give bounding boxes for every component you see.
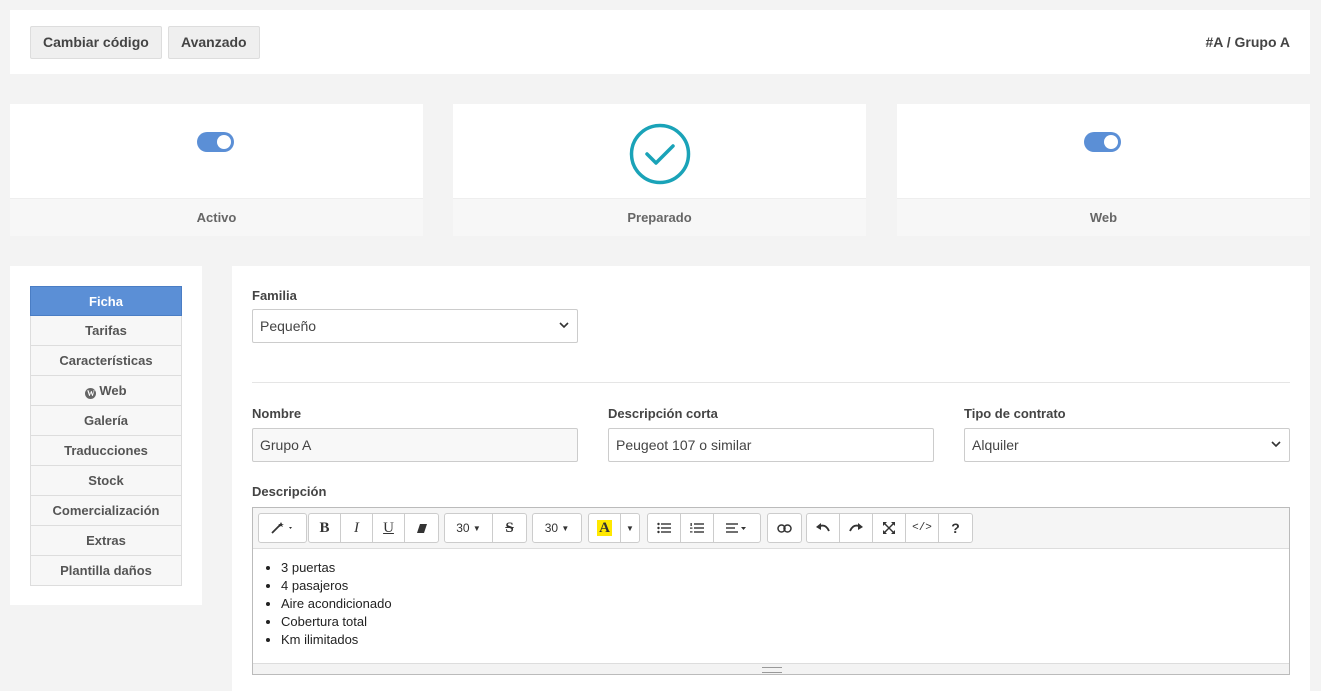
chevron-down-icon: [559, 322, 569, 329]
fullscreen-button[interactable]: [873, 514, 906, 542]
chevron-down-icon: [1271, 441, 1281, 448]
ordered-list-button[interactable]: [681, 514, 714, 542]
underline-icon: U: [383, 519, 394, 536]
card-activo: Activo: [10, 104, 423, 236]
italic-icon: I: [354, 519, 359, 536]
tipo-contrato-value: Alquiler: [972, 437, 1019, 453]
nombre-label: Nombre: [252, 406, 302, 421]
numbered-list-icon: [690, 523, 704, 533]
caret-down-icon: ▼: [626, 523, 634, 533]
sidebar: Ficha Tarifas Características W Web Galer…: [10, 266, 202, 605]
code-icon: </>: [912, 522, 932, 534]
familia-label: Familia: [252, 288, 297, 303]
activo-toggle[interactable]: [197, 132, 234, 152]
sidebar-item-extras[interactable]: Extras: [30, 526, 182, 556]
magic-wand-icon: [270, 522, 292, 534]
unordered-list-button[interactable]: [648, 514, 681, 542]
color-dropdown-button[interactable]: ▼: [621, 514, 639, 542]
advanced-button[interactable]: Avanzado: [168, 26, 260, 59]
bold-icon: B: [319, 519, 330, 536]
clear-format-button[interactable]: [405, 514, 438, 542]
sidebar-item-web[interactable]: W Web: [30, 376, 182, 406]
sidebar-item-comercializacion[interactable]: Comercialización: [30, 496, 182, 526]
descripcion-corta-input[interactable]: Peugeot 107 o similar: [608, 428, 934, 462]
sidebar-item-caracteristicas[interactable]: Características: [30, 346, 182, 376]
list-item: Km ilimitados: [281, 631, 1289, 649]
font-size-value: 30: [456, 521, 470, 535]
undo-icon: [816, 523, 830, 532]
eraser-icon: [416, 523, 427, 533]
breadcrumb: #A / Grupo A: [1205, 34, 1290, 50]
list-item: 3 puertas: [281, 559, 1289, 577]
question-icon: ?: [951, 520, 960, 536]
font-size-dropdown[interactable]: 30 ▼: [445, 514, 493, 542]
sidebar-item-ficha[interactable]: Ficha: [30, 286, 182, 316]
line-height-value: 30: [544, 521, 559, 535]
bullet-list-icon: [657, 522, 671, 534]
main-form: Familia Pequeño Nombre Grupo A Descripci…: [232, 266, 1310, 691]
underline-button[interactable]: U: [373, 514, 405, 542]
redo-icon: [849, 523, 863, 532]
list-item: Aire acondicionado: [281, 595, 1289, 613]
rich-text-editor: B I U 30 ▼ S 30 ▼ A ▼ </> ? • 3 puertas …: [252, 507, 1290, 675]
magic-style-button[interactable]: [259, 514, 306, 542]
editor-resize-handle[interactable]: [253, 663, 1289, 674]
familia-select[interactable]: Pequeño: [252, 309, 578, 343]
check-circle-icon[interactable]: [629, 123, 691, 185]
paragraph-align-dropdown[interactable]: [714, 514, 760, 542]
card-label: Web: [897, 198, 1310, 236]
nombre-input[interactable]: Grupo A: [252, 428, 578, 462]
card-label: Activo: [10, 198, 423, 236]
descripcion-corta-label: Descripción corta: [608, 406, 718, 421]
tipo-contrato-select[interactable]: Alquiler: [964, 428, 1290, 462]
card-web: Web: [897, 104, 1310, 236]
strikethrough-icon: S: [505, 519, 514, 536]
link-button[interactable]: [768, 514, 801, 542]
descripcion-corta-value: Peugeot 107 o similar: [616, 437, 752, 453]
help-button[interactable]: ?: [939, 514, 972, 542]
web-toggle[interactable]: [1084, 132, 1121, 152]
familia-value: Pequeño: [260, 318, 317, 334]
line-height-dropdown[interactable]: 30 ▼: [533, 514, 581, 542]
code-view-button[interactable]: </>: [906, 514, 939, 542]
sidebar-item-galeria[interactable]: Galería: [30, 406, 182, 436]
list-item: 4 pasajeros: [281, 577, 1289, 595]
align-left-icon: [726, 523, 746, 533]
caret-down-icon: ▼: [561, 523, 570, 533]
editor-toolbar: B I U 30 ▼ S 30 ▼ A ▼ </> ?: [253, 508, 1289, 549]
undo-button[interactable]: [807, 514, 840, 542]
highlight-a-icon: A: [597, 520, 612, 536]
sidebar-item-tarifas[interactable]: Tarifas: [30, 316, 182, 346]
sidebar-item-traducciones[interactable]: Traducciones: [30, 436, 182, 466]
sidebar-item-stock[interactable]: Stock: [30, 466, 182, 496]
card-preparado: Preparado: [453, 104, 866, 236]
descripcion-label: Descripción: [252, 484, 327, 499]
link-icon: [777, 523, 792, 533]
wordpress-icon: W: [85, 388, 97, 399]
sidebar-item-plantilla-danos[interactable]: Plantilla daños: [30, 556, 182, 586]
nombre-value: Grupo A: [260, 437, 312, 453]
sidebar-item-label: Web: [99, 383, 127, 398]
divider: [252, 382, 1290, 383]
bold-button[interactable]: B: [309, 514, 341, 542]
top-toolbar: Cambiar código Avanzado #A / Grupo A: [10, 10, 1310, 74]
caret-down-icon: ▼: [472, 523, 481, 533]
tipo-contrato-label: Tipo de contrato: [964, 406, 1066, 421]
list-item: Cobertura total: [281, 613, 1289, 631]
change-code-button[interactable]: Cambiar código: [30, 26, 162, 59]
expand-icon: [883, 522, 895, 534]
italic-button[interactable]: I: [341, 514, 373, 542]
text-color-button[interactable]: A: [589, 514, 621, 542]
card-label: Preparado: [453, 198, 866, 236]
strikethrough-button[interactable]: S: [493, 514, 526, 542]
redo-button[interactable]: [840, 514, 873, 542]
editor-content[interactable]: 3 puertas 4 pasajeros Aire acondicionado…: [253, 549, 1289, 649]
